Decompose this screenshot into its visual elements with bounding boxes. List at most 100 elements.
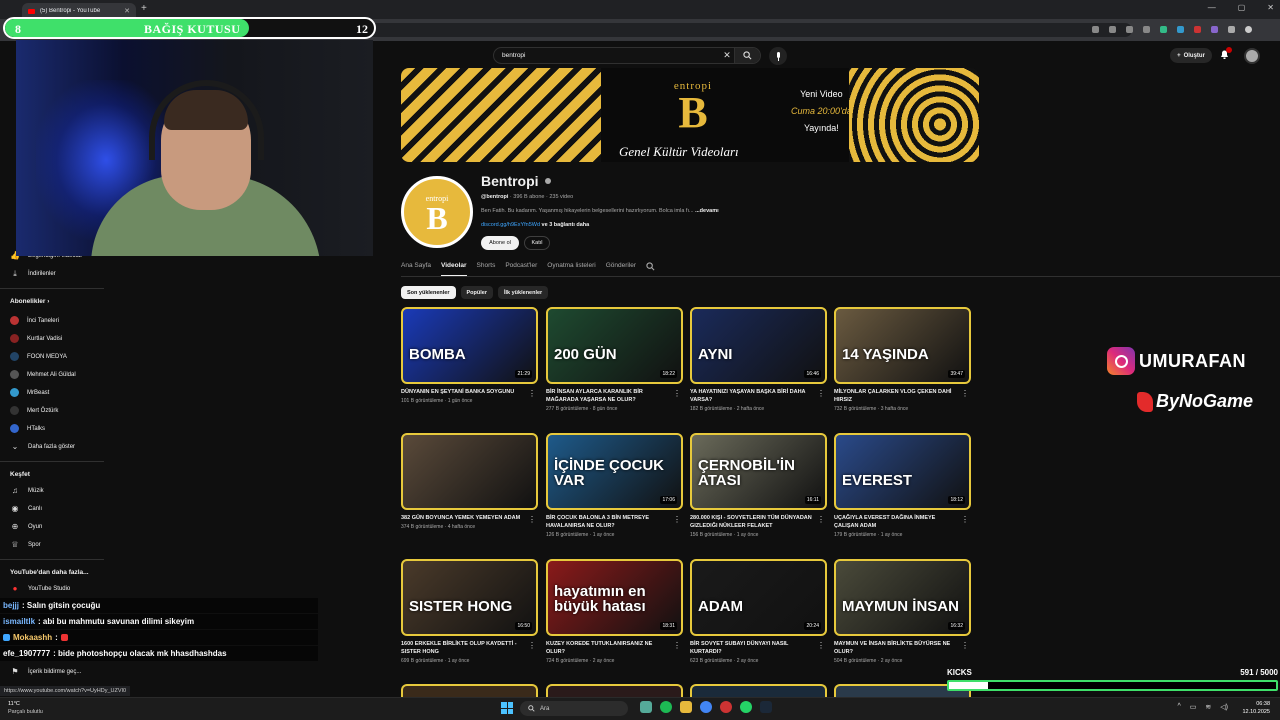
monitor-icon[interactable]: ▭ [1190,703,1197,711]
video-card[interactable]: 200 GÜN 18:22 BİR İNSAN AYLARCA KARANLIK B… [546,307,683,412]
video-thumbnail[interactable]: BOMBA 21:29 [401,307,538,384]
video-title[interactable]: 1600 ERKEKLE BİRLİKTE OLUP KAYDETTİ - Si… [401,640,526,656]
tab-podcasts[interactable]: Podcast'ler [505,262,537,277]
video-thumbnail[interactable]: ÇERNOBİL'İN ATASI 16:11 [690,433,827,510]
more-vert-icon[interactable]: ⋮ [528,389,536,398]
video-title[interactable]: YA HAYATINIZI YAŞAYAN BAŞKA BİRİ DAHA VA… [690,388,815,404]
video-card[interactable]: BOMBA 21:29 DÜNYANIN EN ŞEYTANİ BANKA SOYG… [401,307,538,404]
new-tab-button[interactable]: + [141,3,147,14]
video-thumbnail[interactable]: EVEREST 18:12 [834,433,971,510]
sidebar-show-more[interactable]: ⌄ Daha fazla göster [10,442,75,451]
weather-widget[interactable]: 11°C Parçalı bulutlu [8,700,43,716]
volume-icon[interactable]: ◁) [1220,703,1228,711]
video-title[interactable]: MAYMUN VE İNSAN BİRLİKTE BÜYÜRSE NE OLUR… [834,640,959,656]
more-vert-icon[interactable]: ⋮ [817,389,825,398]
taskbar-search[interactable]: Ara [520,701,628,716]
discord-link[interactable]: discord.gg/h9ExYfn5Wd [481,222,540,228]
more-vert-icon[interactable]: ⋮ [817,515,825,524]
more-vert-icon[interactable]: ⋮ [817,641,825,650]
video-title[interactable]: MİLYONLAR ÇALARKEN VLOG ÇEKEN DAHİ HIRSI… [834,388,959,404]
extension-icon[interactable] [1211,26,1218,33]
extension-icon[interactable] [1194,26,1201,33]
sidebar-item-sports[interactable]: ♕ Spor [10,540,40,549]
video-thumbnail[interactable]: İÇİNDE ÇOCUK VAR 17:06 [546,433,683,510]
video-title[interactable]: BİR İNSAN AYLARCA KARANLIK BİR MAĞARADA … [546,388,671,404]
file-explorer-icon[interactable] [680,701,692,713]
tab-playlists[interactable]: Oynatma listeleri [547,262,595,277]
subscribe-button[interactable]: Abone ol [481,236,519,250]
sidebar-sub-mrbeast[interactable]: MrBeast [10,388,49,397]
sidebar-sub-kurtlar-vadisi[interactable]: Kurtlar Vadisi [10,334,62,343]
more-vert-icon[interactable]: ⋮ [673,389,681,398]
join-button[interactable]: Katıl [524,236,550,250]
sidebar-item-music[interactable]: ♫ Müzik [10,486,44,495]
clear-search-icon[interactable]: ✕ [720,50,734,61]
video-thumbnail[interactable] [401,433,538,510]
search-button[interactable] [734,48,760,63]
minimize-icon[interactable]: — [1208,3,1216,12]
more-vert-icon[interactable]: ⋮ [961,515,969,524]
spotify-icon[interactable] [660,701,672,713]
bookmark-star-icon[interactable] [1143,26,1150,33]
voice-search-button[interactable] [769,47,787,65]
tab-posts[interactable]: Gönderiler [606,262,636,277]
video-card[interactable]: EVEREST 18:12 UÇAĞIYLA EVEREST DAĞINA İNME… [834,433,971,538]
video-title[interactable]: UÇAĞIYLA EVEREST DAĞINA İNMEYE ÇALIŞAN A… [834,514,959,530]
create-button[interactable]: + Oluştur [1170,48,1212,63]
channel-links[interactable]: discord.gg/h9ExYfn5Wd ve 3 bağlantı daha [481,222,589,228]
chip-latest[interactable]: Son yüklenenler [401,286,456,299]
video-card[interactable]: 14 YAŞINDA 39:47 MİLYONLAR ÇALARKEN VLOG Ç… [834,307,971,412]
sidebar-sub-inci-taneleri[interactable]: İnci Taneleri [10,316,59,325]
puzzle-icon[interactable] [1228,26,1235,33]
video-title[interactable]: BİR SOVYET SUBAYI DÜNYAYI NASIL KURTARDI… [690,640,815,656]
video-thumbnail[interactable]: 200 GÜN 18:22 [546,307,683,384]
notifications-button[interactable] [1220,47,1232,61]
channel-avatar-large[interactable]: entropi B [401,176,473,248]
video-card[interactable]: ADAM 20:24 BİR SOVYET SUBAYI DÜNYAYI NASIL… [690,559,827,664]
video-card[interactable]: ÇERNOBİL'İN ATASI 16:11 280.000 Kişi - Sov… [690,433,827,538]
maximize-icon[interactable]: ▢ [1238,3,1246,12]
video-thumbnail-partial[interactable] [546,684,683,697]
more-links[interactable]: ve 3 bağlantı daha [542,222,590,228]
widgets-icon[interactable] [640,701,652,713]
video-card[interactable]: AYNI 16:46 YA HAYATINIZI YAŞAYAN BAŞKA BİR… [690,307,827,412]
chip-oldest[interactable]: İlk yüklenenler [497,286,549,299]
whatsapp-icon[interactable] [740,701,752,713]
video-title[interactable]: 382 GÜN BOYUNCA YEMEK YEMEYEN ADAM [401,514,526,522]
more-vert-icon[interactable]: ⋮ [528,515,536,524]
video-thumbnail-partial[interactable] [401,684,538,697]
video-title[interactable]: 280.000 Kişi - Sovyetlerin Tüm Dünyadan … [690,514,815,530]
profile-icon[interactable] [1245,26,1252,33]
more-vert-icon[interactable]: ⋮ [673,641,681,650]
wifi-icon[interactable]: ≋ [1205,703,1211,711]
video-title[interactable]: BİR ÇOCUK BALONLA 3 BİN METREYE HAVALANI… [546,514,671,530]
sidebar-item-studio[interactable]: ● YouTube Studio [10,584,71,593]
zoom-icon[interactable] [1109,26,1116,33]
extension-icon[interactable] [1160,26,1167,33]
description-more-link[interactable]: ...devamı [695,208,719,214]
steam-icon[interactable] [760,701,772,713]
tab-videos[interactable]: Videolar [441,262,467,277]
video-title[interactable]: KUZEY KOREDE TUTUKLANIRSANIZ NE OLUR? [546,640,671,656]
more-vert-icon[interactable]: ⋮ [528,641,536,650]
tab-shorts[interactable]: Shorts [477,262,496,277]
more-vert-icon[interactable]: ⋮ [673,515,681,524]
sidebar-sub-mehmet-ali-guldal[interactable]: Mehmet Ali Güldal [10,370,76,379]
video-thumbnail[interactable]: ADAM 20:24 [690,559,827,636]
video-thumbnail-partial[interactable] [690,684,827,697]
sidebar-sub-foon-medya[interactable]: FOON MEDYA [10,352,67,361]
sidebar-item-report[interactable]: ⚑ İçerik bildirme geç... [10,667,81,676]
video-card[interactable]: SISTER HONG 16:50 1600 ERKEKLE BİRLİKTE OL… [401,559,538,664]
close-window-icon[interactable]: ✕ [1267,3,1274,12]
video-thumbnail[interactable]: MAYMUN İNSAN 16:32 [834,559,971,636]
channel-search-icon[interactable] [646,262,655,271]
more-vert-icon[interactable]: ⋮ [961,641,969,650]
search-input[interactable]: bentropi [494,52,720,59]
taskbar-clock[interactable]: 06:38 12.10.2025 [1242,700,1270,716]
video-thumbnail[interactable]: SISTER HONG 16:50 [401,559,538,636]
more-vert-icon[interactable]: ⋮ [961,389,969,398]
sidebar-item-gaming[interactable]: ⊕ Oyun [10,522,43,531]
windows-start-icon[interactable] [501,702,513,714]
close-tab-icon[interactable]: ✕ [124,7,130,15]
account-avatar[interactable] [1244,48,1260,64]
